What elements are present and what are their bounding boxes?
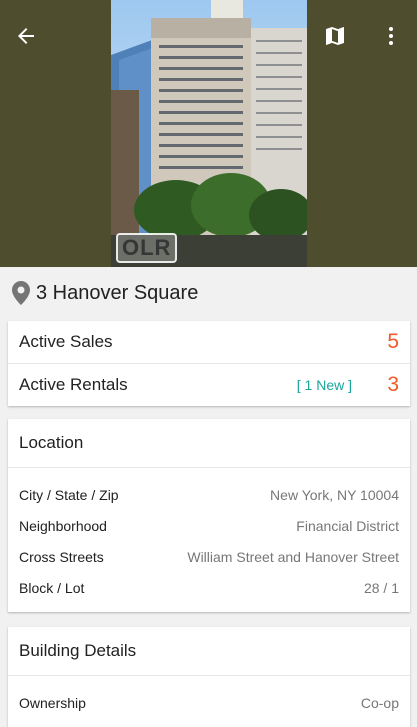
- detail-row-block-lot: Block / Lot 28 / 1: [8, 572, 410, 603]
- detail-row-neighborhood: Neighborhood Financial District: [8, 510, 410, 541]
- detail-row-ownership: Ownership Co-op: [8, 687, 410, 718]
- detail-value: Co-op: [360, 694, 399, 711]
- active-sales-label: Active Sales: [19, 332, 113, 351]
- more-vertical-icon: [389, 27, 393, 45]
- photo-watermark: OLR: [116, 233, 178, 263]
- location-card-title: Location: [8, 419, 410, 468]
- detail-value: 28 / 1: [363, 579, 399, 596]
- active-sales-row[interactable]: Active Sales 5: [8, 321, 410, 363]
- hero-header: OLR: [0, 0, 417, 267]
- detail-value: William Street and Hanover Street: [187, 548, 399, 565]
- active-rentals-row[interactable]: Active Rentals [ 1 New ] 3: [8, 363, 410, 406]
- building-card-title: Building Details: [8, 627, 410, 676]
- address-row: 3 Hanover Square: [0, 267, 417, 319]
- active-rentals-count: 3: [387, 373, 399, 396]
- detail-label: Cross Streets: [19, 548, 104, 565]
- back-button[interactable]: [10, 20, 42, 52]
- new-rentals-badge: [ 1 New ]: [296, 377, 352, 393]
- detail-value: Financial District: [296, 517, 399, 534]
- listings-card: Active Sales 5 Active Rentals [ 1 New ] …: [8, 321, 410, 406]
- active-rentals-label: Active Rentals: [19, 375, 128, 394]
- active-sales-count: 5: [387, 330, 399, 353]
- detail-value: New York, NY 10004: [270, 486, 399, 503]
- map-icon: [326, 27, 344, 45]
- location-card: Location City / State / Zip New York, NY…: [8, 419, 410, 612]
- detail-label: City / State / Zip: [19, 486, 119, 503]
- address-title: 3 Hanover Square: [36, 281, 199, 304]
- location-pin-icon: [12, 280, 32, 306]
- detail-label: Neighborhood: [19, 517, 107, 534]
- detail-row-cross-streets: Cross Streets William Street and Hanover…: [8, 541, 410, 572]
- detail-row-city: City / State / Zip New York, NY 10004: [8, 479, 410, 510]
- building-photo[interactable]: OLR: [111, 0, 307, 267]
- map-button[interactable]: [319, 20, 351, 52]
- arrow-left-icon: [18, 28, 34, 44]
- more-options-button[interactable]: [375, 20, 407, 52]
- detail-label: Block / Lot: [19, 579, 85, 596]
- detail-label: Ownership: [19, 694, 86, 711]
- building-details-card: Building Details Ownership Co-op: [8, 627, 410, 727]
